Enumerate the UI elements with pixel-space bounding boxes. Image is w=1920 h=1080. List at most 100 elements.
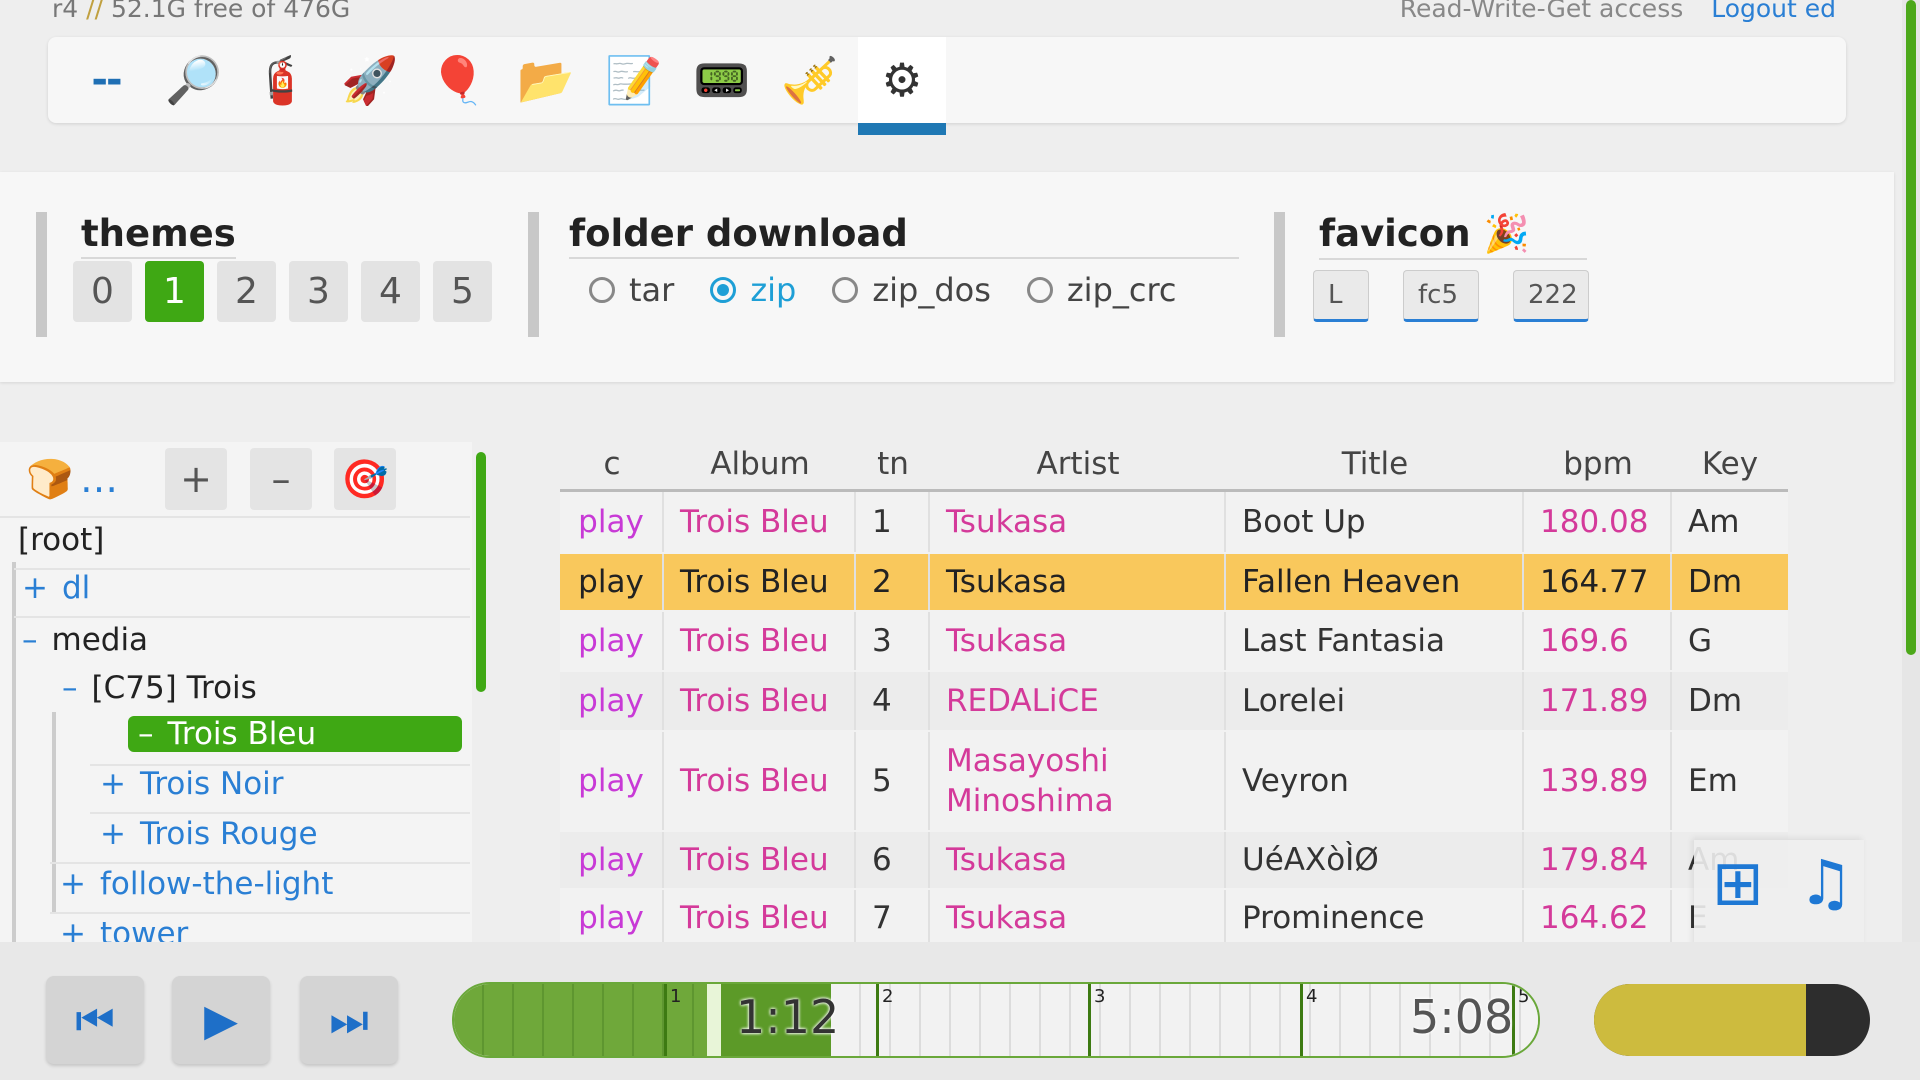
table-row[interactable]: play Trois Bleu 4 REDALiCE Lorelei 171.8…: [560, 672, 1788, 732]
toggle-menu-button[interactable]: --: [62, 37, 150, 123]
tree-node-root[interactable]: [root]: [18, 522, 104, 558]
artist-cell: REDALiCE: [930, 672, 1226, 730]
message-button[interactable]: 🎈: [414, 37, 502, 123]
elapsed-time: 1:12: [736, 990, 840, 1044]
seek-bar[interactable]: 1 2 3 4 5 1:12 5:08: [452, 982, 1540, 1058]
themes-group: themes 0 1 2 3 4 5: [36, 212, 506, 337]
tree-node-label: Trois Noir: [139, 766, 284, 802]
dash-icon: --: [91, 57, 122, 103]
play-link[interactable]: play: [560, 732, 664, 830]
favicon-bg-input[interactable]: 222: [1513, 270, 1589, 322]
tree-node-dl[interactable]: + dl: [22, 570, 90, 606]
volume-slider[interactable]: [1594, 984, 1870, 1056]
unpost-button[interactable]: 🧯: [238, 37, 326, 123]
favicon-title: favicon 🎉: [1319, 212, 1587, 260]
grid-view-icon[interactable]: ⊞: [1712, 846, 1764, 919]
table-row[interactable]: play Trois Bleu 6 Tsukasa UéAXòÌØ 179.84…: [560, 832, 1788, 890]
new-folder-button[interactable]: 📂: [502, 37, 590, 123]
expand-icon[interactable]: +: [100, 766, 126, 802]
tree-node-media[interactable]: – media: [22, 622, 148, 658]
seek-marker: [664, 984, 667, 1056]
collapse-icon[interactable]: –: [62, 670, 78, 706]
radio-circle[interactable]: [832, 277, 859, 303]
expand-icon[interactable]: +: [60, 866, 86, 902]
radio-zip-crc[interactable]: zip_crc: [1026, 271, 1177, 309]
theme-option-1[interactable]: 1: [145, 261, 204, 322]
music-note-icon[interactable]: ♫: [1798, 846, 1854, 919]
tree-node-trois-noir[interactable]: + Trois Noir: [100, 766, 284, 802]
table-row[interactable]: play Trois Bleu 7 Tsukasa Prominence 164…: [560, 890, 1788, 948]
audio-player: ⏮ ▶ ⏭ 1 2 3 4 5 1:12 5:08: [0, 942, 1920, 1080]
theme-option-4[interactable]: 4: [361, 261, 420, 322]
tree-node-c75-trois[interactable]: – [C75] Trois: [62, 670, 257, 706]
tree-node-follow-the-light[interactable]: + follow-the-light: [60, 866, 333, 902]
tree-more-button[interactable]: …: [74, 448, 124, 510]
expand-icon[interactable]: +: [100, 816, 126, 852]
tree-collapse-button[interactable]: –: [250, 448, 312, 510]
seek-cursor[interactable]: [707, 984, 721, 1056]
play-link[interactable]: play: [560, 554, 664, 610]
pager-icon: 📟: [693, 52, 751, 107]
previous-track-button[interactable]: ⏮: [46, 976, 144, 1064]
favicon-text-input[interactable]: L: [1313, 270, 1369, 322]
column-header-tn[interactable]: tn: [856, 446, 930, 482]
table-row[interactable]: play Trois Bleu 3 Tsukasa Last Fantasia …: [560, 612, 1788, 672]
theme-option-2[interactable]: 2: [217, 261, 276, 322]
favicon-fg-input[interactable]: fc5: [1403, 270, 1479, 322]
radio-circle[interactable]: [589, 277, 615, 303]
play-link[interactable]: play: [560, 890, 664, 946]
page-scrollbar-thumb[interactable]: [1906, 0, 1916, 655]
log-button[interactable]: 📟: [678, 37, 766, 123]
tree-toolbar: 🍞 … + – 🎯: [0, 442, 472, 512]
tree-scrollbar[interactable]: [476, 452, 486, 692]
tree-expand-button[interactable]: +: [165, 448, 227, 510]
upload-button[interactable]: 🚀: [326, 37, 414, 123]
bpm-cell: 179.84: [1524, 832, 1672, 888]
tree-node-trois-bleu[interactable]: – Trois Bleu: [128, 716, 462, 752]
expand-icon[interactable]: +: [22, 570, 48, 606]
theme-option-5[interactable]: 5: [433, 261, 492, 322]
tree-node-label: [C75] Trois: [91, 670, 257, 706]
column-header-c[interactable]: c: [560, 446, 664, 482]
radio-circle[interactable]: [1026, 277, 1053, 303]
radio-circle[interactable]: [710, 277, 737, 303]
bpm-cell: 164.77: [1524, 554, 1672, 610]
column-header-bpm[interactable]: bpm: [1524, 446, 1672, 482]
play-icon: ▶: [204, 994, 238, 1046]
page-scrollbar[interactable]: [1902, 0, 1920, 1080]
audio-button[interactable]: 🎺: [766, 37, 854, 123]
seek-marker-label: 5: [1518, 986, 1530, 1007]
table-row[interactable]: play Trois Bleu 5 Masayoshi Minoshima Ve…: [560, 732, 1788, 832]
column-header-key[interactable]: Key: [1672, 446, 1788, 482]
bread-icon[interactable]: 🍞: [22, 448, 78, 510]
table-row[interactable]: play Trois Bleu 1 Tsukasa Boot Up 180.08…: [560, 492, 1788, 554]
new-file-button[interactable]: 📝: [590, 37, 678, 123]
play-link[interactable]: play: [560, 612, 664, 670]
theme-option-0[interactable]: 0: [73, 261, 132, 322]
radio-zip[interactable]: zip: [710, 271, 796, 309]
column-header-title[interactable]: Title: [1226, 446, 1524, 482]
target-icon[interactable]: 🎯: [334, 448, 396, 510]
collapse-icon[interactable]: –: [22, 622, 38, 658]
play-link[interactable]: play: [560, 672, 664, 730]
collapse-icon[interactable]: –: [138, 716, 154, 752]
play-link[interactable]: play: [560, 492, 664, 552]
play-link[interactable]: play: [560, 832, 664, 888]
search-button[interactable]: 🔎: [150, 37, 238, 123]
radio-tar[interactable]: tar: [589, 271, 674, 309]
radio-zip-dos[interactable]: zip_dos: [832, 271, 991, 309]
table-row-selected[interactable]: play Trois Bleu 2 Tsukasa Fallen Heaven …: [560, 554, 1788, 612]
album-cell: Trois Bleu: [664, 832, 856, 888]
next-track-button[interactable]: ⏭: [300, 976, 398, 1064]
settings-button[interactable]: ⚙: [858, 37, 946, 135]
artist-cell: Tsukasa: [930, 492, 1226, 552]
play-button[interactable]: ▶: [172, 976, 270, 1064]
theme-option-3[interactable]: 3: [289, 261, 348, 322]
memo-icon: 📝: [605, 52, 663, 107]
tree-node-trois-rouge[interactable]: + Trois Rouge: [100, 816, 318, 852]
title-cell: UéAXòÌØ: [1226, 832, 1524, 888]
logout-link[interactable]: Logout ed: [1711, 0, 1836, 23]
album-cell: Trois Bleu: [664, 492, 856, 552]
column-header-album[interactable]: Album: [664, 446, 856, 482]
column-header-artist[interactable]: Artist: [930, 446, 1226, 482]
